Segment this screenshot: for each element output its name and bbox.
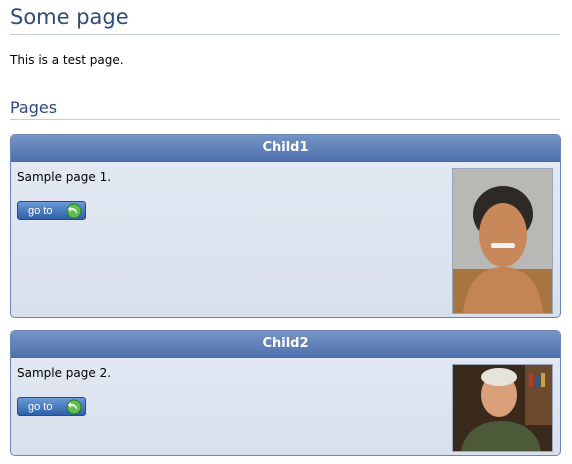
section-divider: [10, 119, 560, 120]
arrow-icon: [66, 399, 82, 415]
card-description: Sample page 2.: [17, 366, 112, 380]
child-card: Child2 Sample page 2. go to: [10, 330, 561, 456]
go-to-button[interactable]: go to: [17, 397, 86, 416]
arrow-icon: [66, 203, 82, 219]
card-title: Child1: [11, 135, 560, 162]
section-title: Pages: [10, 98, 58, 117]
card-description: Sample page 1.: [17, 170, 112, 184]
portrait-image: [452, 364, 553, 452]
go-to-label: go to: [28, 205, 53, 217]
portrait-image: [452, 168, 553, 314]
intro-text: This is a test page.: [10, 53, 124, 67]
page-title: Some page: [10, 5, 129, 29]
title-divider: [10, 34, 560, 35]
go-to-label: go to: [28, 401, 53, 413]
go-to-button[interactable]: go to: [17, 201, 86, 220]
child-card: Child1 Sample page 1. go to: [10, 134, 561, 318]
card-title: Child2: [11, 331, 560, 358]
